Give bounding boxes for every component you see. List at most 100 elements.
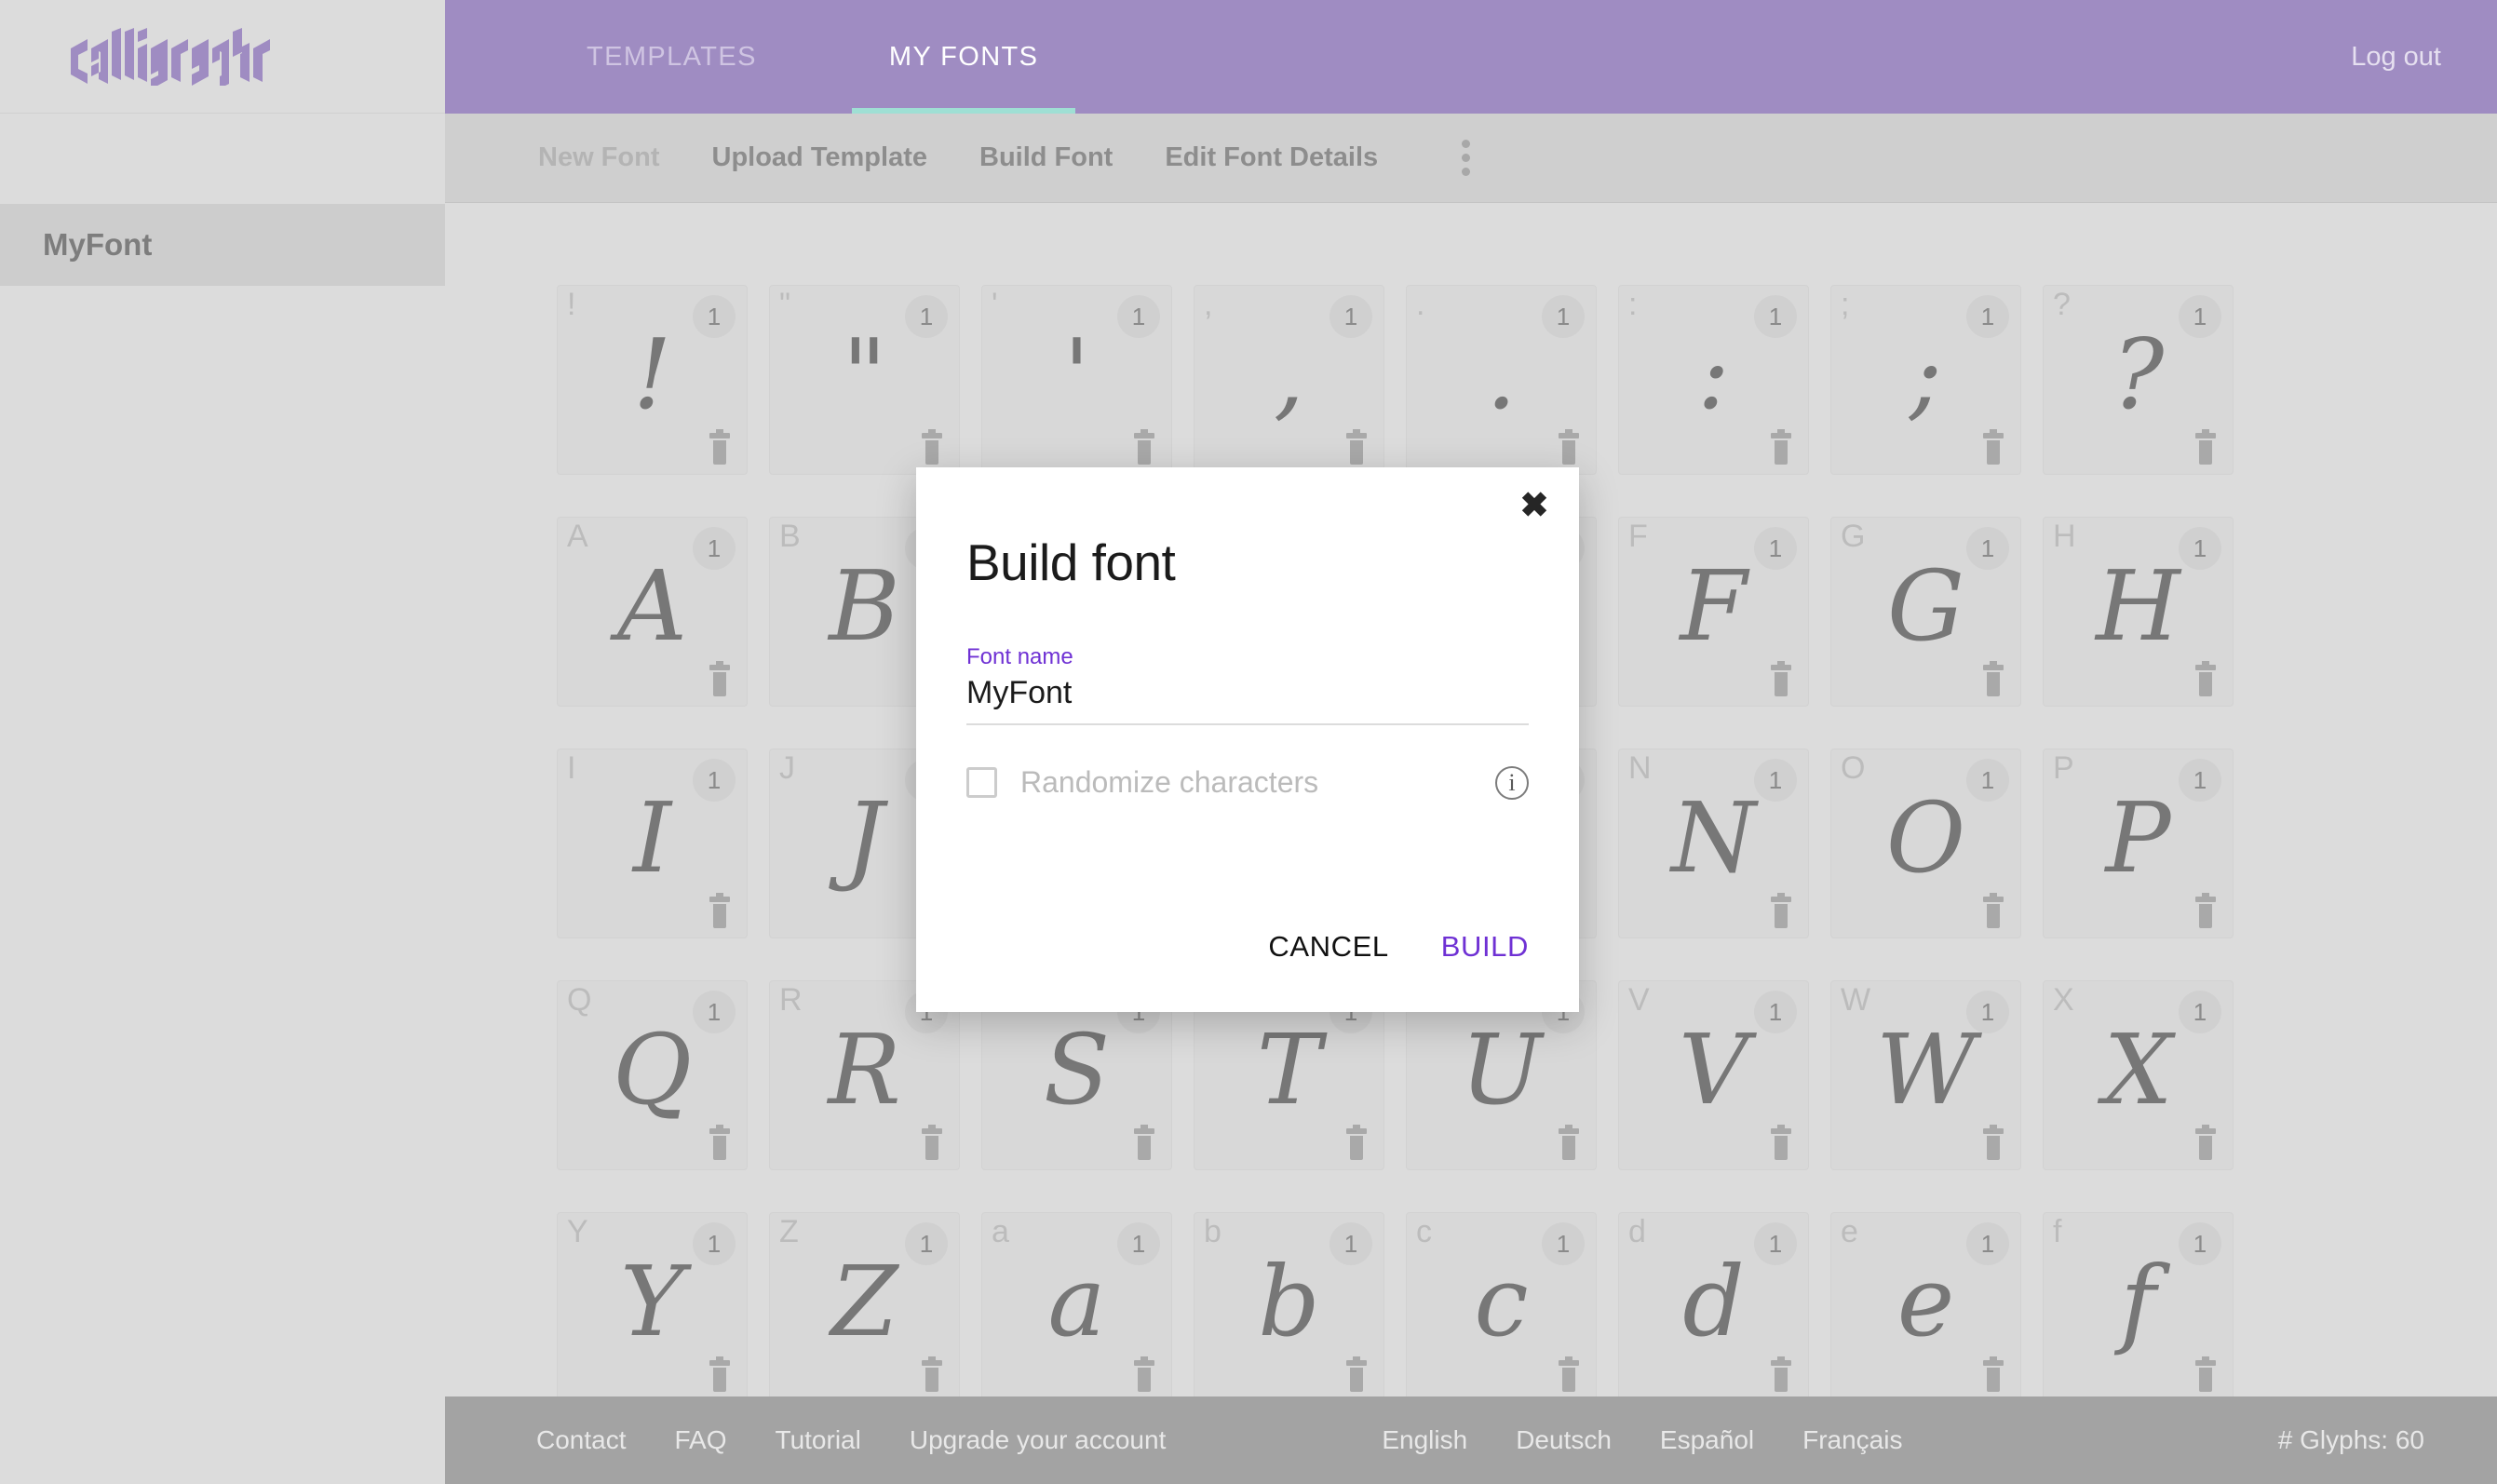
trash-lid (709, 1360, 730, 1366)
glyph-card[interactable]: ?1? (2043, 285, 2234, 475)
trash-icon[interactable] (708, 1128, 732, 1160)
trash-icon[interactable] (1557, 1128, 1581, 1160)
trash-icon[interactable] (1344, 1128, 1369, 1160)
glyph-card[interactable]: ;1; (1830, 285, 2021, 475)
close-icon[interactable]: ✖ (1514, 484, 1555, 525)
glyph-card[interactable]: d1d (1618, 1212, 1809, 1396)
trash-icon[interactable] (1981, 1360, 2005, 1392)
glyph-card[interactable]: H1H (2043, 517, 2234, 707)
trash-icon[interactable] (1132, 1360, 1156, 1392)
glyph-card[interactable]: X1X (2043, 980, 2234, 1170)
trash-icon[interactable] (1769, 897, 1793, 928)
trash-icon[interactable] (2193, 433, 2218, 465)
trash-icon[interactable] (1981, 1128, 2005, 1160)
sidebar-item-myfont[interactable]: MyFont (0, 204, 445, 286)
footer-lang-english-label: English (1382, 1425, 1467, 1454)
glyph-card[interactable]: G1G (1830, 517, 2021, 707)
glyph-card[interactable]: Q1Q (557, 980, 748, 1170)
glyph-card[interactable]: a1a (981, 1212, 1172, 1396)
kebab-menu-icon[interactable] (1439, 132, 1491, 184)
trash-icon[interactable] (1132, 1128, 1156, 1160)
glyph-card[interactable]: .1. (1406, 285, 1597, 475)
trash-icon[interactable] (1344, 433, 1369, 465)
glyph-card[interactable]: f1f (2043, 1212, 2234, 1396)
trash-icon[interactable] (708, 665, 732, 696)
trash-lid (1346, 1360, 1367, 1366)
glyph-card[interactable]: :1: (1618, 285, 1809, 475)
trash-icon[interactable] (708, 433, 732, 465)
toolbar-edit-font-details[interactable]: Edit Font Details (1139, 142, 1404, 173)
trash-icon[interactable] (1981, 433, 2005, 465)
trash-icon[interactable] (2193, 665, 2218, 696)
footer-lang-francais[interactable]: Français (1778, 1425, 1926, 1455)
trash-icon[interactable] (1769, 1128, 1793, 1160)
trash-icon[interactable] (1769, 665, 1793, 696)
trash-icon[interactable] (2193, 1360, 2218, 1392)
trash-icon[interactable] (1981, 897, 2005, 928)
tab-templates[interactable]: TEMPLATES (549, 0, 794, 114)
footer-link-tutorial[interactable]: Tutorial (751, 1425, 885, 1455)
toolbar-upload-template[interactable]: Upload Template (686, 142, 954, 173)
glyph-card[interactable]: !1! (557, 285, 748, 475)
trash-icon[interactable] (920, 1360, 944, 1392)
glyph-card[interactable]: P1P (2043, 749, 2234, 938)
glyph-card[interactable]: '1' (981, 285, 1172, 475)
trash-icon[interactable] (2193, 1128, 2218, 1160)
footer-lang-deutsch[interactable]: Deutsch (1491, 1425, 1636, 1455)
tab-my-fonts[interactable]: MY FONTS (852, 0, 1076, 114)
logout-link[interactable]: Log out (2351, 0, 2441, 114)
trash-icon[interactable] (1344, 1360, 1369, 1392)
glyph-card[interactable]: "1" (769, 285, 960, 475)
glyph-card[interactable]: N1N (1618, 749, 1809, 938)
glyph-card-handwriting: U (1407, 1005, 1596, 1134)
trash-icon[interactable] (1557, 1360, 1581, 1392)
trash-lid (1559, 433, 1579, 438)
toolbar-build-font[interactable]: Build Font (953, 142, 1139, 173)
trash-icon[interactable] (1981, 665, 2005, 696)
brand-logo[interactable] (0, 0, 445, 114)
glyph-card-handwriting: d (1619, 1237, 1808, 1366)
trash-icon[interactable] (708, 1360, 732, 1392)
trash-icon[interactable] (1769, 433, 1793, 465)
glyph-card[interactable]: c1c (1406, 1212, 1597, 1396)
glyph-card[interactable]: b1b (1194, 1212, 1384, 1396)
trash-icon[interactable] (1769, 1360, 1793, 1392)
glyph-card[interactable]: e1e (1830, 1212, 2021, 1396)
cancel-button[interactable]: CANCEL (1268, 930, 1388, 964)
trash-icon[interactable] (708, 897, 732, 928)
randomize-characters-checkbox[interactable] (966, 767, 997, 798)
glyph-card-handwriting: H (2044, 542, 2233, 670)
trash-lid (1983, 665, 2004, 670)
build-button[interactable]: BUILD (1441, 930, 1529, 964)
trash-icon[interactable] (920, 433, 944, 465)
footer-lang-francais-label: Français (1802, 1425, 1902, 1454)
info-icon[interactable]: i (1495, 766, 1529, 800)
glyph-card[interactable]: Z1Z (769, 1212, 960, 1396)
trash-bin (1987, 440, 2000, 465)
glyph-card[interactable]: W1W (1830, 980, 2021, 1170)
footer-lang-english[interactable]: English (1357, 1425, 1491, 1455)
font-name-input[interactable]: MyFont (966, 675, 1529, 725)
trash-bin (1987, 1368, 2000, 1392)
trash-lid (709, 897, 730, 902)
trash-icon[interactable] (2193, 897, 2218, 928)
glyph-card[interactable]: Y1Y (557, 1212, 748, 1396)
footer-lang-espanol[interactable]: Español (1636, 1425, 1778, 1455)
trash-icon[interactable] (1132, 433, 1156, 465)
glyph-card[interactable]: A1A (557, 517, 748, 707)
glyph-card[interactable]: F1F (1618, 517, 1809, 707)
trash-bin (925, 1136, 938, 1160)
trash-icon[interactable] (1557, 433, 1581, 465)
sidebar-spacer (0, 114, 445, 204)
glyph-card[interactable]: O1O (1830, 749, 2021, 938)
trash-icon[interactable] (920, 1128, 944, 1160)
footer-link-upgrade[interactable]: Upgrade your account (885, 1425, 1191, 1455)
glyph-card[interactable]: V1V (1618, 980, 1809, 1170)
footer-link-faq[interactable]: FAQ (651, 1425, 751, 1455)
glyph-card[interactable]: I1I (557, 749, 748, 938)
footer-link-contact[interactable]: Contact (512, 1425, 651, 1455)
kebab-dot (1462, 154, 1470, 162)
glyph-card[interactable]: ,1, (1194, 285, 1384, 475)
trash-bin (713, 440, 726, 465)
toolbar-new-font[interactable]: New Font (512, 142, 686, 173)
